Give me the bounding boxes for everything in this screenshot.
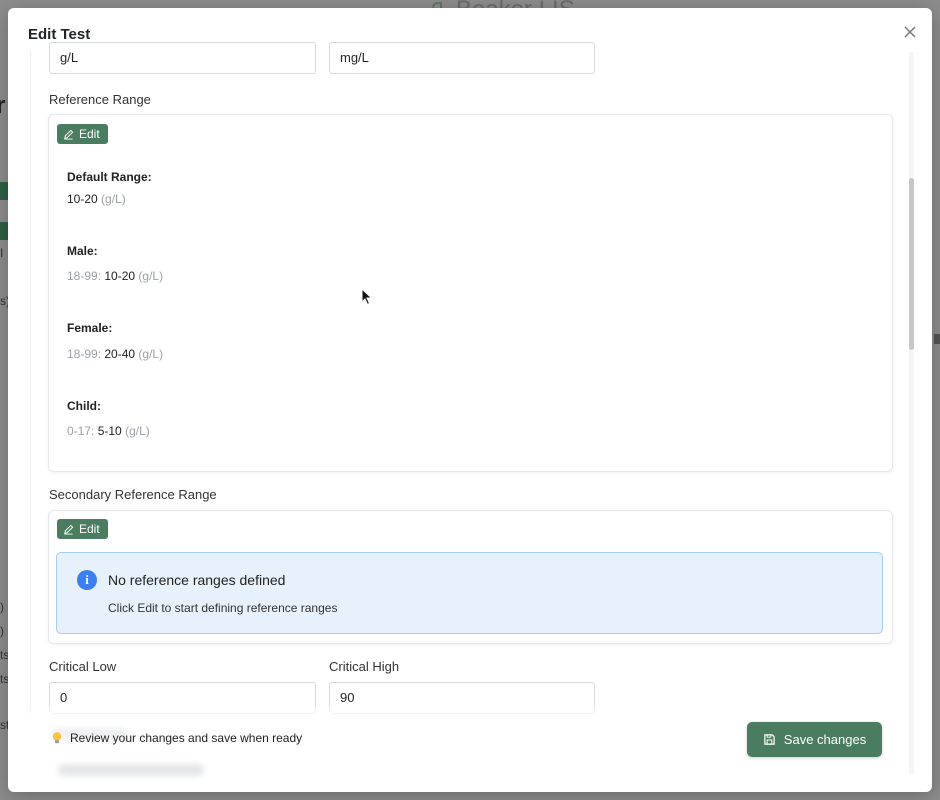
default-range-title: Default Range: — [67, 170, 152, 184]
reference-range-edit-button[interactable]: Edit — [57, 124, 108, 144]
background-chip — [0, 182, 8, 200]
scrollbar-thumb[interactable] — [909, 178, 914, 350]
info-icon: i — [77, 570, 97, 590]
edit-label: Edit — [79, 127, 100, 141]
secondary-reference-range-edit-button[interactable]: Edit — [57, 519, 108, 539]
reference-range-label: Reference Range — [49, 92, 151, 107]
female-range-value: 18-99: 20-40 (g/L) — [67, 347, 164, 361]
male-range-value: 18-99: 10-20 (g/L) — [67, 269, 164, 283]
female-range-title: Female: — [67, 321, 113, 335]
child-range-value: 0-17: 5-10 (g/L) — [67, 424, 150, 438]
default-range-value: 10-20 (g/L) — [67, 192, 126, 206]
background-chip — [0, 222, 8, 240]
mouse-cursor-icon — [361, 288, 373, 306]
save-changes-label: Save changes — [783, 732, 867, 747]
reference-range-card — [48, 114, 893, 472]
save-hint: Review your changes and save when ready — [50, 731, 302, 745]
background-text-fragment: ) — [0, 600, 4, 614]
blurred-text — [58, 764, 204, 776]
background-text-fragment: ) — [0, 624, 4, 638]
pencil-icon — [64, 524, 74, 535]
critical-low-label: Critical Low — [49, 659, 117, 674]
close-icon[interactable] — [902, 24, 918, 40]
unit-input[interactable]: g/L — [49, 42, 316, 74]
empty-state-title: No reference ranges defined — [108, 572, 286, 588]
scrollbar-track[interactable] — [909, 52, 914, 774]
edit-label: Edit — [79, 522, 100, 536]
save-hint-text: Review your changes and save when ready — [70, 731, 303, 745]
empty-state-subtitle: Click Edit to start defining reference r… — [108, 601, 338, 615]
save-icon — [764, 734, 775, 745]
edit-test-modal: Edit Test g/L mg/L Reference Range Edit … — [8, 8, 932, 792]
background-edge — [934, 334, 940, 344]
secondary-unit-input[interactable]: mg/L — [329, 42, 595, 74]
child-range-title: Child: — [67, 399, 101, 413]
empty-state-alert: i No reference ranges defined Click Edit… — [56, 552, 883, 634]
male-range-title: Male: — [67, 244, 98, 258]
pencil-icon — [64, 129, 74, 140]
secondary-reference-range-label: Secondary Reference Range — [49, 487, 217, 502]
lightbulb-icon — [52, 732, 62, 744]
critical-high-label: Critical High — [329, 659, 400, 674]
background-heading-fragment: r — [0, 92, 6, 119]
save-changes-button[interactable]: Save changes — [747, 722, 882, 757]
background-text-fragment: I — [0, 246, 4, 260]
modal-title: Edit Test — [28, 26, 91, 43]
